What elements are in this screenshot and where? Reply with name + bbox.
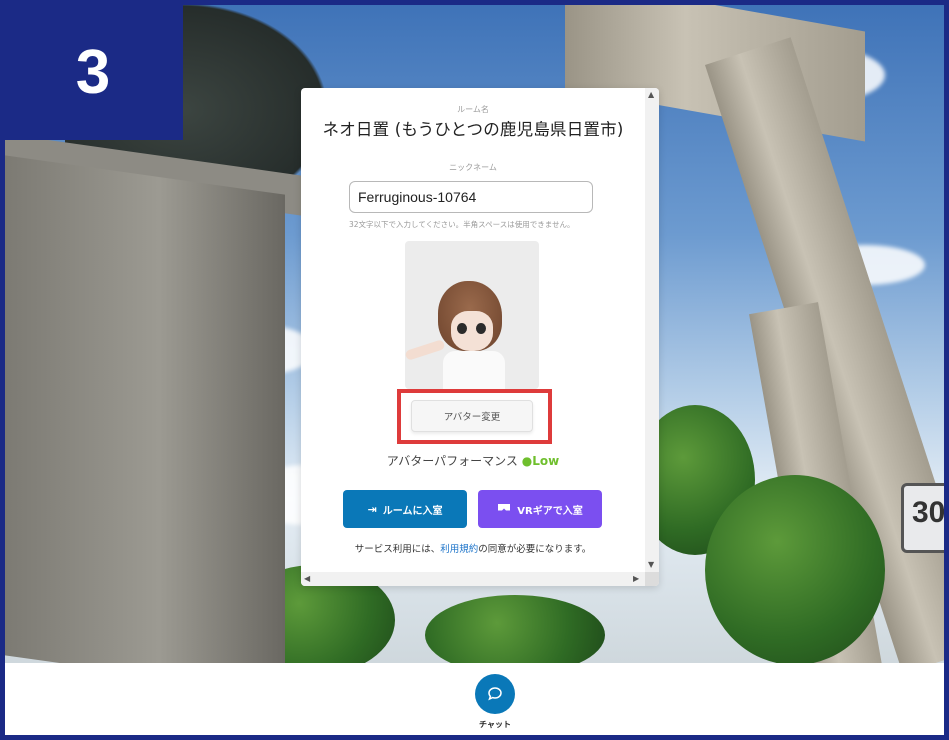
room-name: ネオ日置 (もうひとつの鹿児島県日置市) [322, 120, 624, 139]
horizontal-scrollbar[interactable]: ◀ ▶ [301, 572, 645, 586]
step-number-badge: 3 [5, 5, 183, 140]
avatar-performance-level: ●Low [521, 454, 560, 468]
bottom-toolbar: チャット [5, 663, 944, 735]
vertical-scrollbar[interactable]: ▲ ▼ [645, 88, 659, 572]
avatar-face [451, 311, 493, 351]
dialog-content: ルーム名 ネオ日置 (もうひとつの鹿児島県日置市) ニックネーム 32文字以下で… [301, 88, 645, 572]
screenshot-frame: 30 3 ルーム名 ネオ日置 (もうひとつの鹿児島県日置市) ニックネーム 32… [0, 0, 949, 740]
chat-label: チャット [479, 720, 511, 729]
terms-prefix: サービス利用には、 [354, 544, 441, 555]
avatar-eye [457, 323, 467, 334]
chat-bubble-icon [488, 687, 502, 701]
room-name-label: ルーム名 [457, 105, 489, 114]
terms-suffix: の同意が必要になります。 [478, 544, 592, 555]
enter-room-button[interactable]: ⇥ ルームに入室 [343, 490, 467, 528]
tree [425, 595, 605, 663]
vr-goggles-icon [497, 503, 511, 516]
avatar-performance: アバターパフォーマンス ●Low [301, 452, 645, 469]
avatar-performance-label: アバターパフォーマンス [386, 454, 518, 468]
nickname-hint: 32文字以下で入力してください。半角スペースは使用できません。 [349, 220, 575, 229]
scroll-up-icon[interactable]: ▲ [648, 90, 654, 100]
nickname-label: ニックネーム [449, 163, 497, 172]
enter-room-label: ルームに入室 [382, 505, 443, 517]
nickname-input[interactable] [349, 181, 593, 213]
avatar-preview [405, 241, 539, 389]
room-entry-dialog: ルーム名 ネオ日置 (もうひとつの鹿児島県日置市) ニックネーム 32文字以下で… [301, 88, 659, 586]
tree [705, 475, 885, 663]
vr-enter-button[interactable]: VRギアで入室 [478, 490, 602, 528]
scroll-down-icon[interactable]: ▼ [648, 560, 654, 570]
stone-pedestal [5, 155, 285, 663]
terms-link[interactable]: 利用規約 [440, 544, 478, 555]
highlight-box [397, 389, 552, 444]
avatar-body [443, 351, 505, 389]
avatar-eye [476, 323, 486, 334]
road-sign: 30 [901, 483, 944, 553]
terms-notice: サービス利用には、利用規約の同意が必要になります。 [301, 541, 645, 555]
avatar-arm [405, 339, 446, 361]
scroll-right-icon[interactable]: ▶ [633, 574, 639, 584]
scrollbar-corner [645, 572, 659, 586]
enter-icon: ⇥ [367, 502, 377, 516]
vr-enter-label: VRギアで入室 [517, 505, 583, 517]
chat-button[interactable] [475, 674, 515, 714]
scroll-left-icon[interactable]: ◀ [304, 574, 310, 584]
